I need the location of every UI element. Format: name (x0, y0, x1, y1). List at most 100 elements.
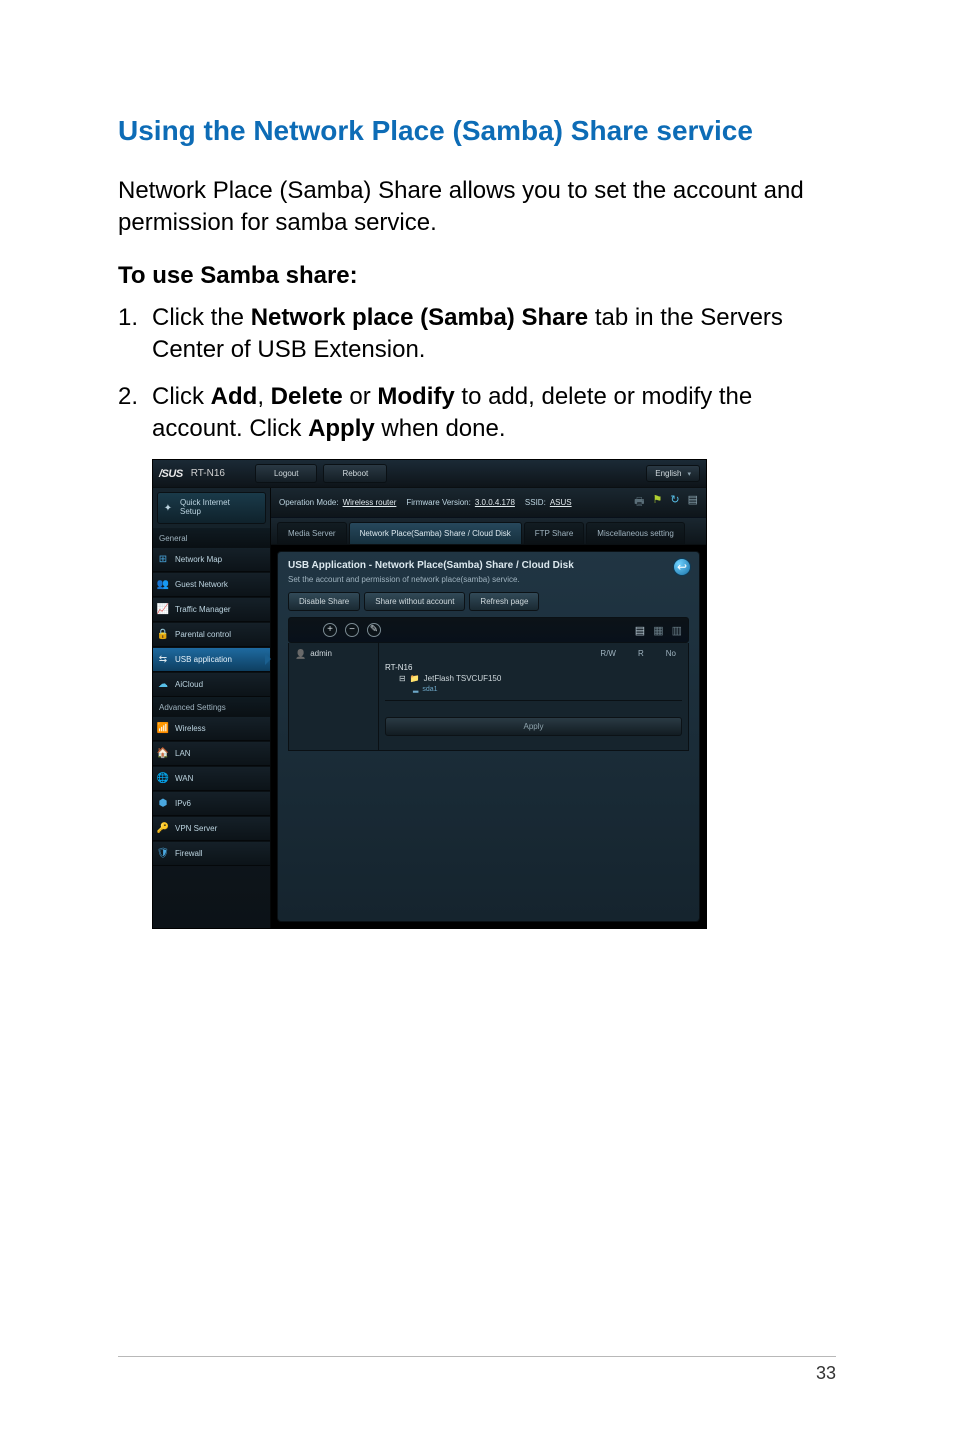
chart-icon: 📈 (157, 603, 169, 615)
step-bold: Network place (Samba) Share (251, 304, 588, 331)
step-text: or (343, 383, 378, 410)
sidebar-item-wireless[interactable]: 📶 Wireless (153, 716, 270, 741)
wifi-icon: 📶 (157, 722, 169, 734)
sidebar-item-vpn-server[interactable]: 🔑 VPN Server (153, 816, 270, 841)
add-account-button[interactable]: + (323, 623, 337, 637)
step-text: when done. (375, 415, 506, 442)
step-bold: Delete (271, 383, 343, 410)
reboot-button[interactable]: Reboot (323, 464, 387, 483)
user-label: admin (310, 649, 332, 658)
sidebar-item-label: USB application (175, 655, 232, 664)
chevron-down-icon: ▾ (687, 470, 691, 478)
modify-account-button[interactable]: ✎ (367, 623, 381, 637)
tab-samba-share[interactable]: Network Place(Samba) Share / Cloud Disk (349, 522, 522, 544)
sidebar-item-traffic-manager[interactable]: 📈 Traffic Manager (153, 597, 270, 622)
opmode-value[interactable]: Wireless router (343, 498, 397, 507)
delete-account-button[interactable]: − (345, 623, 359, 637)
tab-misc-setting[interactable]: Miscellaneous setting (586, 522, 684, 544)
tree-device[interactable]: ⊟ 📁 JetFlash TSVCUF150 (385, 673, 682, 684)
brand-logo: /SUS (159, 468, 183, 480)
sidebar-item-usb-application[interactable]: ⇆ USB application (153, 647, 270, 672)
step-bold: Add (211, 383, 258, 410)
sidebar-item-label: WAN (175, 774, 193, 783)
step-text: , (257, 383, 270, 410)
user-cell[interactable]: admin (289, 643, 379, 750)
sidebar-item-network-map[interactable]: ⊞Network Map (153, 547, 270, 572)
vpn-icon: 🔑 (157, 822, 169, 834)
people-icon: 👥 (157, 578, 169, 590)
usb-icon: ⇆ (157, 653, 169, 665)
sidebar-item-label: Wireless (175, 724, 206, 733)
content-panel: ↩ USB Application - Network Place(Samba)… (277, 551, 700, 922)
perm-header-r: R (638, 649, 644, 658)
router-screenshot: /SUS RT-N16 Logout Reboot English ▾ ✦ Qu… (152, 459, 707, 929)
sidebar-item-ipv6[interactable]: ⬢IPv6 (153, 791, 270, 816)
tree-label: sda1 (422, 686, 437, 693)
page-footer: 33 (118, 1356, 836, 1384)
device-icon[interactable]: ▤ (688, 493, 698, 512)
tab-media-server[interactable]: Media Server (277, 522, 347, 544)
main-area: Operation Mode: Wireless router Firmware… (271, 488, 706, 928)
step-bold: Apply (308, 415, 375, 442)
home-icon: 🏠 (157, 747, 169, 759)
language-select[interactable]: English ▾ (646, 465, 700, 482)
tab-ftp-share[interactable]: FTP Share (524, 522, 585, 544)
sidebar-item-label: IPv6 (175, 799, 191, 808)
quick-internet-setup[interactable]: ✦ Quick Internet Setup (157, 492, 266, 524)
qis-line1: Quick Internet (180, 498, 230, 507)
tab-strip: Media Server Network Place(Samba) Share … (271, 518, 706, 545)
apply-button[interactable]: Apply (385, 717, 682, 736)
panel-subtitle: Set the account and permission of networ… (288, 575, 689, 584)
sidebar-header-advanced: Advanced Settings (153, 697, 270, 716)
model-name: RT-N16 (191, 468, 225, 479)
subhead: To use Samba share: (118, 262, 836, 290)
opmode-label: Operation Mode: (279, 498, 339, 507)
tree-partition[interactable]: ▂ sda1 (385, 684, 682, 694)
intro-paragraph: Network Place (Samba) Share allows you t… (118, 175, 836, 240)
refresh-icon[interactable]: ↻ (670, 493, 679, 512)
step-2: 2. Click Add, Delete or Modify to add, d… (118, 381, 836, 446)
view-list-icon[interactable]: ▤ (635, 624, 645, 637)
sidebar-item-label: AiCloud (175, 680, 203, 689)
perm-header-no: No (666, 649, 676, 658)
fw-label: Firmware Version: (406, 498, 470, 507)
sidebar-item-label: Traffic Manager (175, 605, 231, 614)
step-number: 2. (118, 381, 152, 446)
logout-button[interactable]: Logout (255, 464, 317, 483)
sidebar-header-general: General (153, 528, 270, 547)
language-label: English (655, 469, 681, 478)
account-toolbar: + − ✎ ▤ ▦ ▥ (288, 617, 689, 643)
wand-icon: ✦ (162, 502, 174, 514)
sidebar-item-lan[interactable]: 🏠LAN (153, 741, 270, 766)
share-grid: admin R/W R No RT-N16 (288, 643, 689, 751)
globe-icon: 🌐 (157, 772, 169, 784)
refresh-page-button[interactable]: Refresh page (469, 592, 539, 611)
fw-value[interactable]: 3.0.0.4.178 (475, 498, 515, 507)
step-bold: Modify (377, 383, 454, 410)
view-detail-icon[interactable]: ▥ (672, 624, 682, 637)
ssid-value[interactable]: ASUS (550, 498, 572, 507)
usb-status-icon[interactable]: ⚑ (653, 493, 663, 512)
sidebar-item-guest-network[interactable]: 👥Guest Network (153, 572, 270, 597)
sidebar-item-parental-control[interactable]: 🔒Parental control (153, 622, 270, 647)
sidebar-item-label: VPN Server (175, 824, 217, 833)
sidebar-item-aicloud[interactable]: ☁AiCloud (153, 672, 270, 697)
ssid-label: SSID: (525, 498, 546, 507)
step-text: Click (152, 383, 211, 410)
sidebar-item-label: Network Map (175, 555, 222, 564)
tree-label: JetFlash TSVCUF150 (424, 674, 502, 683)
folder-icon: 📁 (410, 674, 420, 683)
top-bar: /SUS RT-N16 Logout Reboot English ▾ (153, 460, 706, 488)
disable-share-button[interactable]: Disable Share (288, 592, 360, 611)
device-label: RT-N16 (385, 663, 412, 672)
share-without-account-button[interactable]: Share without account (364, 592, 465, 611)
back-button[interactable]: ↩ (673, 558, 691, 576)
sidebar-item-wan[interactable]: 🌐 WAN (153, 766, 270, 791)
sidebar-item-firewall[interactable]: 🛡Firewall (153, 841, 270, 866)
tree-root[interactable]: RT-N16 (385, 662, 682, 673)
sidebar-item-label: Parental control (175, 630, 231, 639)
view-grid-icon[interactable]: ▦ (653, 624, 663, 637)
printer-icon[interactable]: 🖶 (634, 493, 644, 512)
info-bar: Operation Mode: Wireless router Firmware… (271, 488, 706, 518)
step-number: 1. (118, 302, 152, 367)
